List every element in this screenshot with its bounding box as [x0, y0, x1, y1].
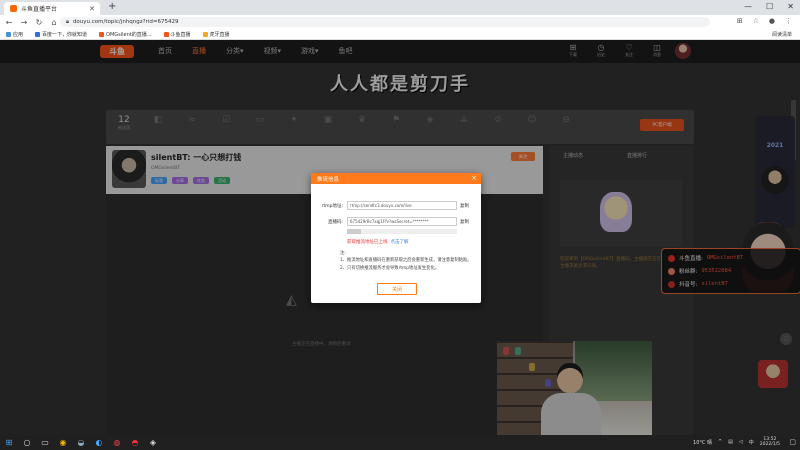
address-bar: ← → ↻ ⌂ 🔒︎ douyu.com/topic/jnhqngz?rid=6…	[0, 15, 800, 29]
close-dialog-button[interactable]: 关闭	[377, 283, 417, 295]
douyu-favicon-icon	[10, 5, 17, 12]
reload-icon[interactable]: ↻	[33, 18, 45, 27]
lock-icon: 🔒︎	[66, 18, 69, 25]
rtmp-field[interactable]: rtmp://sendtc3.douyu.com/live	[347, 201, 457, 210]
bookmark-label: 应用	[13, 31, 24, 38]
notes-title: 注:	[340, 251, 346, 256]
bookmark-icon	[6, 31, 11, 37]
key-copy-button[interactable]: 复制	[460, 219, 469, 225]
bookmark-label: 斗鱼直播	[170, 31, 191, 38]
warning-text: 获取推流地址已上线 点击了解	[347, 239, 409, 245]
rtmp-row: rtmp地址: rtmp://sendtc3.douyu.com/live 复制	[317, 201, 469, 210]
stream-info-dialog: 推流信息 × rtmp地址: rtmp://sendtc3.douyu.com/…	[311, 173, 481, 303]
url-text: douyu.com/topic/jnhqngz?rid=675429	[72, 19, 179, 25]
key-row: 直播码: 675429rBc7xqj1Ffv?wsSecret=********…	[317, 217, 469, 226]
app-icon[interactable]: ◈	[144, 435, 162, 450]
volume-icon[interactable]: ◁	[739, 439, 743, 445]
lang-indicator[interactable]: 中	[749, 439, 754, 446]
bookmarks-bar: 应用 百度一下，你就知道 OMGsilent的直播... 斗鱼直播 虎牙直播 阅读清单	[0, 29, 800, 40]
key-label: 直播码:	[327, 219, 343, 225]
profile-icon[interactable]: ●	[769, 17, 775, 25]
rtmp-label: rtmp地址:	[321, 203, 343, 209]
clock[interactable]: 13:52 2022/1/5	[760, 437, 780, 448]
bookmark-item[interactable]: 百度一下，你就知道	[35, 31, 87, 38]
dialog-notes: 注: 1、推流地址和直播码在重新获取之后会重新生成，请注意复制粘贴。 2、只有切…	[340, 250, 472, 272]
bookmark-item[interactable]: 应用	[6, 31, 23, 38]
note-2: 2、只有切换推流服务才会导致rtmp地址发生变化。	[340, 265, 440, 271]
windows-start-icon[interactable]: ⊞	[0, 435, 18, 450]
chrome-icon[interactable]: ◉	[54, 435, 72, 450]
maximize-icon[interactable]: ☐	[766, 2, 773, 11]
warning-message: 获取推流地址已上线	[347, 240, 388, 245]
bookmark-icon	[35, 31, 41, 37]
bookmark-icon	[99, 31, 105, 37]
home-icon[interactable]: ⌂	[48, 18, 60, 27]
window-controls: — ☐ ✕	[744, 2, 794, 11]
obs-icon[interactable]: ◐	[90, 435, 108, 450]
window-close-icon[interactable]: ✕	[787, 2, 794, 11]
learn-more-link[interactable]: 点击了解	[391, 240, 409, 245]
browser-actions: ⊞ ☆ ● ⋮	[737, 17, 792, 25]
url-input[interactable]: 🔒︎ douyu.com/topic/jnhqngz?rid=675429	[60, 17, 710, 27]
windows-taskbar: ⊞ ○ ▭ ◉ ◒ ◐ ◍ ◓ ◈ 10°C 晴 ^ ▤ ◁ 中 13:52 2…	[0, 435, 800, 450]
bookmark-label: OMGsilent的直播...	[106, 31, 152, 38]
note-1: 1、推流地址和直播码在重新获取之后会重新生成，请注意复制粘贴。	[340, 258, 472, 264]
key-scrollbar[interactable]	[347, 229, 457, 234]
bookmark-label: 虎牙直播	[209, 31, 230, 38]
menu-icon[interactable]: ⋮	[785, 17, 792, 25]
network-icon[interactable]: ▤	[728, 439, 733, 445]
scroll-thumb[interactable]	[347, 229, 361, 234]
forward-icon[interactable]: →	[18, 18, 30, 27]
system-tray: 10°C 晴 ^ ▤ ◁ 中 13:52 2022/1/5	[693, 437, 780, 448]
browser-tab[interactable]: 斗鱼直播平台 ✕	[4, 2, 100, 15]
tray-up-icon[interactable]: ^	[718, 439, 722, 445]
reading-list[interactable]: 阅读清单	[772, 31, 792, 38]
dialog-close-icon[interactable]: ×	[471, 174, 477, 182]
translate-icon[interactable]: ⊞	[737, 17, 743, 25]
steam-icon[interactable]: ◒	[72, 435, 90, 450]
bookmark-icon	[202, 31, 208, 37]
weather-text[interactable]: 10°C 晴	[693, 439, 712, 446]
back-icon[interactable]: ←	[3, 18, 15, 27]
minimize-icon[interactable]: —	[744, 2, 752, 11]
clock-date: 2022/1/5	[759, 442, 780, 448]
tab-close-icon[interactable]: ✕	[89, 5, 95, 13]
netease-icon[interactable]: ◍	[108, 435, 126, 450]
bookmark-star-icon[interactable]: ☆	[753, 17, 759, 25]
dialog-title: 推流信息	[311, 173, 481, 184]
browser-tab-bar: 斗鱼直播平台 ✕ + — ☐ ✕	[0, 0, 800, 15]
task-view-icon[interactable]: ▭	[36, 435, 54, 450]
key-field[interactable]: 675429rBc7xqj1Ffv?wsSecret=********	[347, 217, 457, 226]
search-icon[interactable]: ○	[18, 435, 36, 450]
weibo-icon[interactable]: ◓	[126, 435, 144, 450]
new-tab-icon[interactable]: +	[108, 1, 116, 12]
tab-title: 斗鱼直播平台	[21, 6, 58, 13]
bookmark-label: 百度一下，你就知道	[42, 31, 88, 38]
notification-icon[interactable]: ▢	[789, 438, 796, 446]
bookmark-item[interactable]: 虎牙直播	[202, 31, 230, 38]
bookmark-item[interactable]: 斗鱼直播	[163, 31, 191, 38]
bookmark-item[interactable]: OMGsilent的直播...	[99, 31, 152, 38]
rtmp-copy-button[interactable]: 复制	[460, 203, 469, 209]
bookmark-icon	[163, 31, 169, 37]
